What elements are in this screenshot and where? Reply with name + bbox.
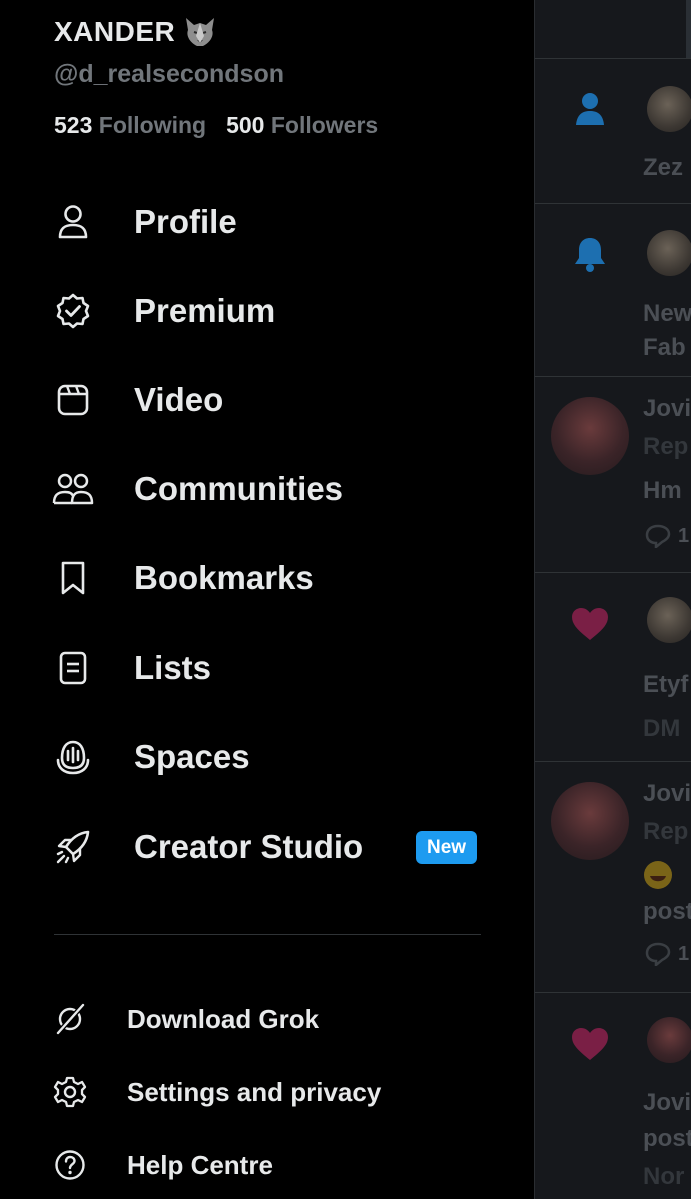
notification-text: DM bbox=[643, 715, 681, 742]
menu-item-settings[interactable]: Settings and privacy bbox=[52, 1069, 492, 1115]
menu-label: Lists bbox=[134, 649, 212, 686]
account-display-name[interactable]: XANDER bbox=[54, 16, 217, 48]
person-icon bbox=[576, 93, 604, 125]
spaces-microphone-icon bbox=[52, 736, 94, 778]
new-badge: New bbox=[416, 830, 478, 864]
followers-link[interactable]: 500 Followers bbox=[226, 112, 378, 139]
menu-label: Spaces bbox=[134, 738, 250, 775]
communities-icon bbox=[52, 468, 94, 510]
video-clapperboard-icon bbox=[52, 379, 94, 421]
avatar[interactable] bbox=[551, 397, 629, 475]
notification-text: Etyf bbox=[643, 671, 689, 698]
avatar[interactable] bbox=[647, 1017, 691, 1063]
followers-count: 500 bbox=[226, 112, 265, 138]
notification-item[interactable]: Zez bbox=[535, 58, 691, 204]
person-icon bbox=[52, 201, 94, 243]
bell-icon bbox=[575, 238, 605, 272]
wolf-emoji-icon bbox=[186, 18, 215, 46]
reply-icon[interactable] bbox=[645, 524, 671, 548]
notification-item[interactable]: Jovi Rep post 1 bbox=[535, 762, 691, 993]
avatar[interactable] bbox=[647, 86, 691, 132]
reply-count: 1 bbox=[678, 943, 690, 965]
verified-badge-icon bbox=[52, 290, 94, 332]
notification-text: post bbox=[643, 1125, 691, 1152]
menu-item-video[interactable]: Video bbox=[52, 372, 492, 428]
heart-icon bbox=[572, 608, 608, 640]
menu-label: Profile bbox=[134, 203, 237, 240]
heart-icon bbox=[572, 1028, 608, 1060]
avatar[interactable] bbox=[647, 597, 691, 643]
notification-text: Nor bbox=[643, 1163, 685, 1190]
notification-item[interactable]: Jovi Rep Hm 1 bbox=[535, 377, 691, 573]
app-root: Zez New Fab Jovi Rep Hm 1 Etyf DM Jovi R… bbox=[0, 0, 691, 1199]
menu-item-spaces[interactable]: Spaces bbox=[52, 729, 492, 785]
laughing-emoji-icon bbox=[644, 861, 672, 889]
gear-icon bbox=[52, 1074, 88, 1110]
list-icon bbox=[52, 647, 94, 689]
author-name[interactable]: Jovi bbox=[643, 395, 691, 423]
menu-label: Communities bbox=[134, 470, 344, 507]
menu-label: Premium bbox=[134, 292, 276, 329]
following-link[interactable]: 523 Following bbox=[54, 112, 206, 139]
notification-text: Jovi bbox=[643, 1089, 691, 1116]
menu-item-creator-studio[interactable]: Creator Studio New bbox=[52, 819, 492, 875]
menu-label: Settings and privacy bbox=[127, 1076, 382, 1107]
menu-label: Video bbox=[134, 381, 224, 418]
background-notifications-timeline[interactable]: Zez New Fab Jovi Rep Hm 1 Etyf DM Jovi R… bbox=[534, 0, 691, 1199]
bookmark-icon bbox=[52, 557, 94, 599]
post-text: post bbox=[643, 898, 691, 925]
menu-divider bbox=[54, 934, 481, 935]
menu-item-bookmarks[interactable]: Bookmarks bbox=[52, 550, 492, 606]
menu-label: Help Centre bbox=[127, 1149, 273, 1180]
following-count: 523 bbox=[54, 112, 93, 138]
menu-label: Download Grok bbox=[127, 1003, 320, 1034]
menu-label: Bookmarks bbox=[134, 559, 314, 596]
notification-item[interactable]: Etyf DM bbox=[535, 573, 691, 762]
reply-context: Rep bbox=[643, 433, 689, 460]
author-name[interactable]: Jovi bbox=[643, 780, 691, 808]
reply-context: Rep bbox=[643, 818, 689, 845]
avatar[interactable] bbox=[647, 230, 691, 276]
grok-icon bbox=[52, 1001, 88, 1037]
help-question-icon bbox=[52, 1147, 88, 1183]
notification-text: Fab bbox=[643, 334, 686, 361]
menu-label: Creator Studio bbox=[134, 828, 364, 865]
side-drawer: XANDER @d_realsecondson 523 Following 50… bbox=[0, 0, 534, 1199]
following-label: Following bbox=[98, 112, 207, 138]
menu-item-profile[interactable]: Profile bbox=[52, 194, 492, 250]
menu-item-premium[interactable]: Premium bbox=[52, 283, 492, 339]
menu-item-lists[interactable]: Lists bbox=[52, 640, 492, 696]
notification-item[interactable]: Jovi post Nor bbox=[535, 993, 691, 1199]
notification-text: New bbox=[643, 300, 691, 327]
menu-item-help-centre[interactable]: Help Centre bbox=[52, 1142, 492, 1188]
display-name-text: XANDER bbox=[54, 16, 176, 47]
followers-label: Followers bbox=[270, 112, 379, 138]
rocket-icon bbox=[52, 826, 94, 868]
follow-stats: 523 Following 500 Followers bbox=[54, 112, 378, 139]
timeline-tab-indicator bbox=[686, 0, 691, 58]
notification-text: Zez bbox=[643, 154, 684, 181]
avatar[interactable] bbox=[551, 782, 629, 860]
account-handle[interactable]: @d_realsecondson bbox=[54, 60, 284, 89]
timeline-top-bar bbox=[535, 0, 691, 59]
menu-item-communities[interactable]: Communities bbox=[52, 461, 492, 517]
menu-item-download-grok[interactable]: Download Grok bbox=[52, 996, 492, 1042]
post-text: Hm bbox=[643, 477, 682, 504]
reply-icon[interactable] bbox=[645, 942, 671, 966]
notification-item[interactable]: New Fab bbox=[535, 204, 691, 377]
reply-count: 1 bbox=[678, 525, 690, 547]
